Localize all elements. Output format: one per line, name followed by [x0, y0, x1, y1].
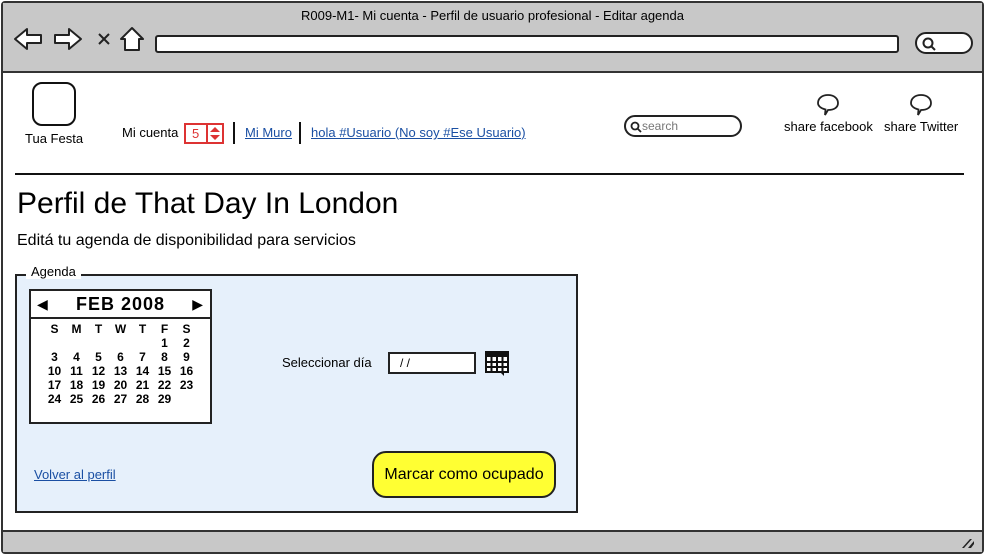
- select-day-label: Seleccionar día: [282, 355, 372, 370]
- calendar-day[interactable]: 26: [88, 392, 110, 406]
- calendar-day[interactable]: 9: [176, 350, 198, 364]
- calendar-day[interactable]: 12: [88, 364, 110, 378]
- calendar-weekday: M: [71, 322, 82, 336]
- page-title: Perfil de That Day In London: [17, 187, 399, 220]
- agenda-legend: Agenda: [26, 264, 81, 279]
- search-icon: [922, 37, 936, 51]
- calendar-day[interactable]: 22: [154, 378, 176, 392]
- calendar-day[interactable]: 14: [132, 364, 154, 378]
- calendar-day[interactable]: 2: [176, 336, 198, 350]
- browser-search-field[interactable]: [915, 32, 973, 54]
- window-title: R009-M1- Mi cuenta - Perfil de usuario p…: [301, 8, 684, 23]
- calendar-day[interactable]: 4: [66, 350, 88, 364]
- calendar-month-label: FEB 2008: [75, 293, 166, 314]
- calendar-empty-cell: [66, 336, 88, 350]
- calendar-weekday: W: [114, 322, 127, 336]
- calendar-empty-cell: [132, 336, 154, 350]
- prev-month-icon[interactable]: ◀: [37, 296, 49, 313]
- next-month-icon[interactable]: ▶: [192, 296, 204, 313]
- calendar-day[interactable]: 5: [88, 350, 110, 364]
- calendar-day[interactable]: 13: [110, 364, 132, 378]
- speech-bubble-icon: [817, 94, 840, 116]
- page-search-field[interactable]: [624, 115, 742, 137]
- stepper-arrows-icon[interactable]: [206, 125, 222, 142]
- calendar-day[interactable]: 17: [44, 378, 66, 392]
- resize-handle-icon[interactable]: [960, 535, 976, 549]
- calendar-day[interactable]: 18: [66, 378, 88, 392]
- calendar-day[interactable]: 15: [154, 364, 176, 378]
- calendar-weekday: S: [182, 322, 191, 336]
- stop-icon[interactable]: [89, 25, 119, 53]
- calendar-empty-cell: [44, 336, 66, 350]
- calendar-day[interactable]: 8: [154, 350, 176, 364]
- calendar-day[interactable]: 23: [176, 378, 198, 392]
- calendar-day[interactable]: 6: [110, 350, 132, 364]
- calendar-day[interactable]: 28: [132, 392, 154, 406]
- mark-busy-button[interactable]: Marcar como ocupado: [372, 451, 556, 498]
- browser-statusbar: [3, 530, 982, 552]
- search-input[interactable]: [642, 118, 732, 134]
- share-twitter-button[interactable]: share Twitter: [884, 93, 958, 134]
- calendar-day[interactable]: 16: [176, 364, 198, 378]
- logo[interactable]: [32, 82, 76, 126]
- logo-text: Tua Festa: [25, 131, 84, 146]
- calendar-weekday: T: [94, 322, 103, 336]
- address-bar[interactable]: [155, 35, 899, 53]
- calendar-empty-cell: [176, 392, 198, 406]
- calendar-empty-cell: [110, 336, 132, 350]
- header-separator: [233, 122, 235, 144]
- header-separator: [299, 122, 301, 144]
- calendar-day[interactable]: 7: [132, 350, 154, 364]
- date-field[interactable]: [388, 352, 476, 374]
- calendar-weekday: S: [50, 322, 59, 336]
- share-facebook-button[interactable]: share facebook: [784, 93, 873, 134]
- calendar-picker-icon[interactable]: [485, 350, 511, 381]
- calendar-day[interactable]: 20: [110, 378, 132, 392]
- calendar-weekday: T: [138, 322, 147, 336]
- calendar-header: ◀ FEB 2008 ▶: [31, 291, 210, 319]
- calendar-empty-cell: [88, 336, 110, 350]
- notification-stepper[interactable]: 5: [184, 123, 224, 144]
- forward-arrow-icon[interactable]: [53, 25, 83, 53]
- calendar-grid: S M T W T F S 1 2 3 4 5 6 7 8 9 10 11 12 13 14 15 16 17 18 19 20 21…: [35, 322, 206, 406]
- home-icon[interactable]: [117, 25, 147, 53]
- mi-cuenta-label[interactable]: Mi cuenta: [122, 125, 178, 140]
- calendar-day[interactable]: 1: [154, 336, 176, 350]
- calendar-day[interactable]: 19: [88, 378, 110, 392]
- share-facebook-label: share facebook: [784, 119, 873, 134]
- calendar-day[interactable]: 27: [110, 392, 132, 406]
- back-arrow-icon[interactable]: [13, 25, 43, 53]
- share-twitter-label: share Twitter: [884, 119, 959, 134]
- calendar-weekday: F: [160, 322, 169, 336]
- calendar-day[interactable]: 25: [66, 392, 88, 406]
- calendar-day[interactable]: 21: [132, 378, 154, 392]
- page-subtitle: Editá tu agenda de disponibilidad para s…: [17, 232, 356, 249]
- speech-bubble-icon: [910, 94, 932, 116]
- search-icon: [630, 121, 642, 133]
- calendar-day[interactable]: 10: [44, 364, 66, 378]
- calendar-day[interactable]: 29: [154, 392, 176, 406]
- back-to-profile-link[interactable]: Volver al perfil: [34, 467, 116, 482]
- notification-count: 5: [192, 126, 200, 141]
- calendar-day[interactable]: 11: [66, 364, 88, 378]
- calendar-day[interactable]: 24: [44, 392, 66, 406]
- calendar[interactable]: ◀ FEB 2008 ▶ S M T W T F S 1 2 3 4 5 6 7 8 9 10 11 12 13 14 1…: [29, 289, 212, 424]
- calendar-day[interactable]: 3: [44, 350, 66, 364]
- header-divider: [15, 173, 964, 175]
- browser-titlebar: R009-M1- Mi cuenta - Perfil de usuario p…: [3, 3, 982, 73]
- user-link[interactable]: hola #Usuario (No soy #Ese Usuario): [311, 125, 526, 140]
- mi-muro-link[interactable]: Mi Muro: [245, 125, 292, 140]
